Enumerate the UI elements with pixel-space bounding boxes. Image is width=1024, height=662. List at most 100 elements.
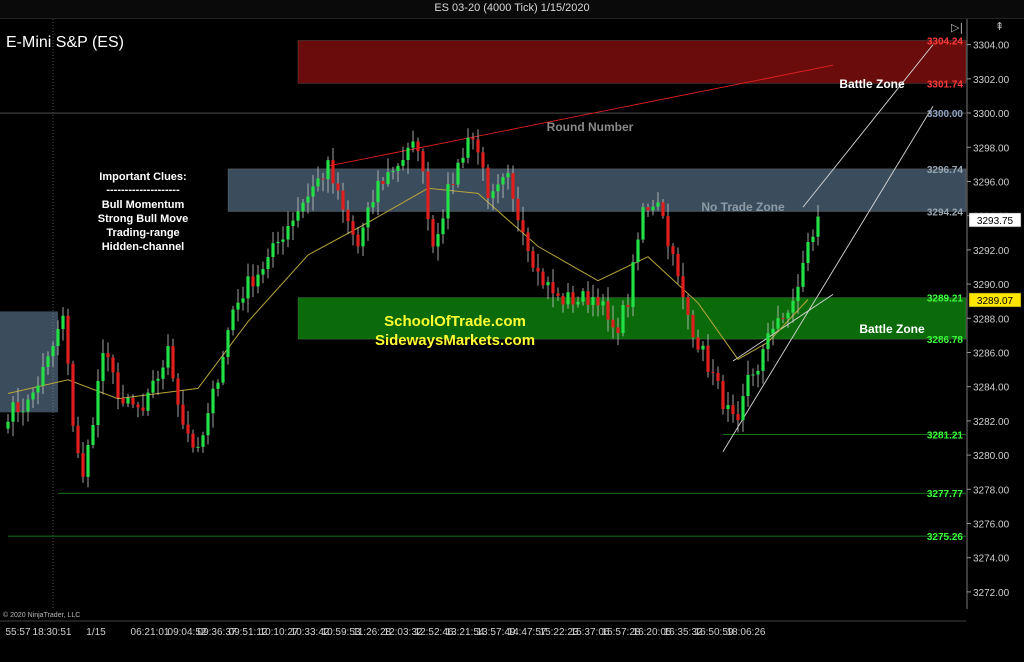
candle: [506, 173, 510, 178]
candle: [706, 345, 710, 372]
y-tick-label: 3290.00: [973, 280, 1010, 291]
price-chart[interactable]: E-Mini S&P (ES) Important Clues:---------…: [0, 0, 1024, 662]
candle: [491, 191, 495, 199]
candle: [31, 392, 35, 400]
candle: [601, 301, 605, 306]
candle: [6, 421, 10, 429]
candle: [791, 300, 795, 313]
candle: [456, 162, 460, 185]
candle: [91, 425, 95, 445]
candle: [766, 333, 770, 350]
candle: [176, 378, 180, 405]
candle: [471, 137, 475, 140]
candle: [296, 211, 300, 221]
watermark-text: SidewaysMarkets.com: [375, 332, 535, 349]
candle: [216, 382, 220, 389]
candle: [381, 180, 385, 185]
candle: [396, 165, 400, 172]
candle: [311, 186, 315, 197]
candle: [621, 305, 625, 333]
y-tick-label: 3296.00: [973, 177, 1010, 188]
candle: [261, 269, 265, 275]
candle: [761, 349, 765, 371]
candle: [556, 293, 560, 296]
candle: [186, 424, 190, 434]
candle: [281, 239, 285, 242]
candle: [536, 267, 540, 272]
chart-window: ES 03-20 (4000 Tick) 1/15/2020 ▷| ⇞ E-Mi…: [0, 0, 1024, 662]
candle: [26, 399, 30, 412]
level-label: 3301.74: [927, 79, 964, 90]
level-label: 3289.21: [927, 294, 964, 305]
candle: [426, 171, 430, 220]
candle: [806, 242, 810, 263]
candle: [376, 180, 380, 203]
candle: [461, 157, 465, 163]
candle: [771, 328, 775, 334]
candle: [561, 295, 565, 305]
candle: [276, 241, 280, 244]
candle: [36, 385, 40, 393]
price-badge-label: 3293.75: [977, 216, 1014, 227]
candle: [326, 160, 330, 180]
candle: [486, 167, 490, 199]
candle: [676, 253, 680, 277]
candle: [151, 380, 155, 393]
copyright-text: © 2020 NinjaTrader, LLC: [3, 611, 80, 619]
candle: [416, 141, 420, 152]
candle: [546, 282, 550, 286]
candle: [731, 405, 735, 415]
battle-zone-green-label: Battle Zone: [859, 322, 925, 336]
candle: [801, 262, 805, 287]
y-tick-label: 3284.00: [973, 383, 1010, 394]
y-tick-label: 3272.00: [973, 588, 1010, 599]
candle: [566, 292, 570, 305]
candle: [401, 159, 405, 166]
candle: [641, 207, 645, 240]
candle: [541, 271, 545, 286]
candle: [71, 363, 75, 426]
candle: [796, 286, 800, 301]
candle: [741, 396, 745, 421]
candle: [701, 345, 705, 350]
candle: [696, 337, 700, 350]
level-label: 3300.00: [927, 109, 964, 120]
candle: [271, 243, 275, 258]
clues-heading: Important Clues:: [99, 171, 186, 183]
candle: [421, 151, 425, 172]
y-tick-label: 3302.00: [973, 75, 1010, 86]
y-tick-label: 3286.00: [973, 348, 1010, 359]
candle: [736, 414, 740, 421]
candle: [51, 345, 55, 357]
candle: [451, 184, 455, 186]
candle: [266, 257, 270, 270]
candle: [21, 411, 25, 413]
level-label: 3275.26: [927, 532, 964, 543]
candle: [11, 402, 15, 422]
candle: [391, 171, 395, 173]
candle: [111, 357, 115, 373]
candle: [781, 318, 785, 320]
candle: [666, 216, 670, 247]
candle: [361, 227, 365, 247]
candle: [386, 172, 390, 185]
candle: [181, 404, 185, 425]
candle: [351, 221, 355, 235]
candle: [211, 388, 215, 414]
candle: [321, 178, 325, 180]
candle: [431, 219, 435, 247]
candle: [526, 232, 530, 252]
x-tick-label: 1/15: [86, 627, 106, 638]
candle: [466, 137, 470, 158]
candle: [616, 327, 620, 333]
candle: [711, 371, 715, 373]
candle: [121, 398, 125, 404]
candle: [686, 297, 690, 315]
candle: [436, 234, 440, 247]
candle: [776, 318, 780, 329]
candle: [66, 315, 70, 364]
candle: [496, 184, 500, 192]
candle: [406, 147, 410, 160]
candle: [251, 276, 255, 287]
candle: [61, 315, 65, 330]
